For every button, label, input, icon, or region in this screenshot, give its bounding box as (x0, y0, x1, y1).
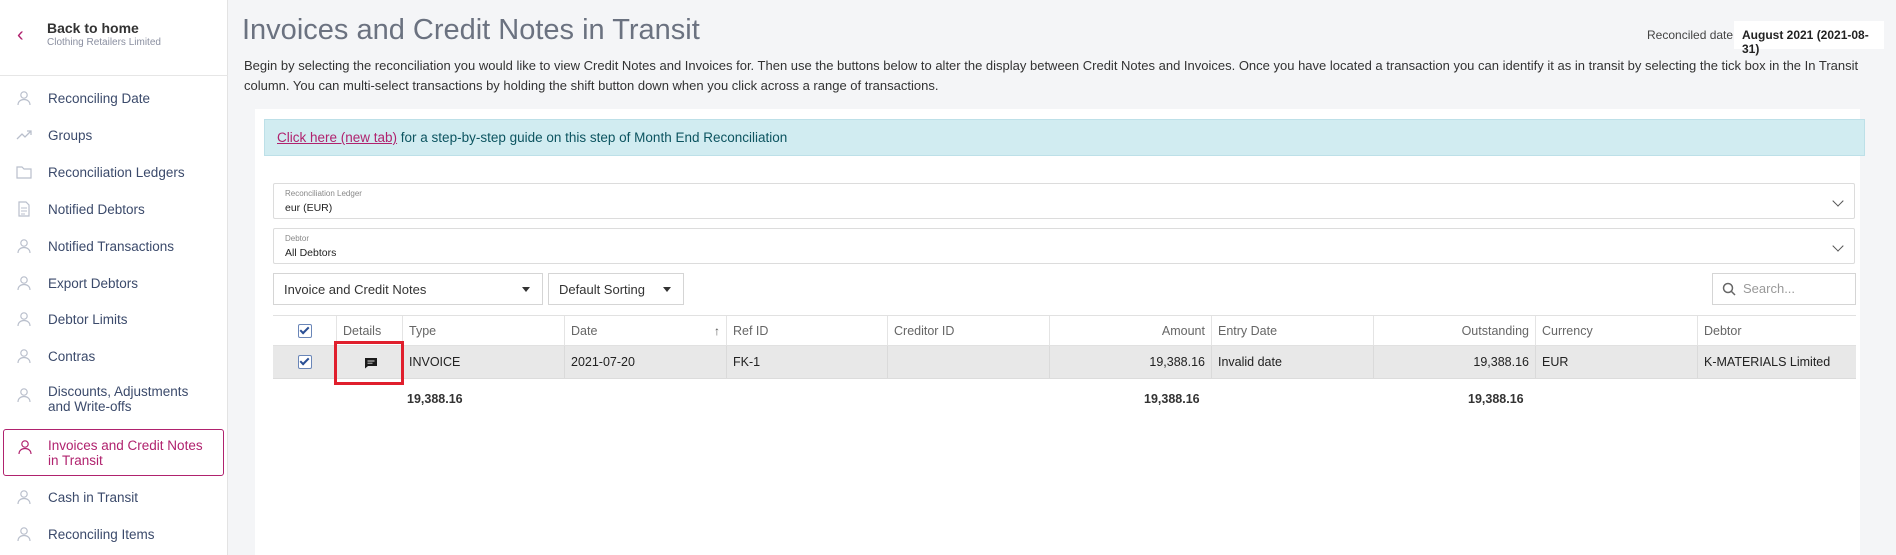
cell-date: 2021-07-20 (564, 346, 726, 378)
debtor-select[interactable]: Debtor All Debtors (273, 228, 1855, 264)
page-title: Invoices and Credit Notes in Transit (242, 14, 700, 46)
sidebar-item-label: Groups (48, 128, 93, 143)
user-icon (17, 91, 31, 106)
chevron-down-icon (1832, 195, 1844, 207)
reconciled-date-label: Reconciled date (1647, 28, 1734, 42)
type-filter-dropdown[interactable]: Invoice and Credit Notes (273, 273, 543, 305)
company-name: Clothing Retailers Limited (47, 37, 161, 48)
sort-ascending-icon: ↑ (714, 324, 720, 338)
sidebar-item-reconciling-items[interactable]: Reconciling Items (0, 519, 228, 549)
sidebar-item-label: Discounts, Adjustments and Write-offs (48, 384, 189, 414)
column-header-outstanding[interactable]: Outstanding (1373, 316, 1535, 345)
user-icon (17, 527, 31, 542)
guide-link[interactable]: Click here (new tab) (277, 130, 397, 145)
column-header-ref-id[interactable]: Ref ID (726, 316, 887, 345)
sidebar-item-notified-debtors[interactable]: Notified Debtors (0, 194, 228, 224)
sidebar-item-invoices-credit-notes-in-transit[interactable]: Invoices and Credit Notes in Transit (3, 429, 224, 476)
user-icon (17, 276, 31, 291)
user-icon (17, 239, 31, 254)
reconciled-date-value: August 2021 (2021-08-31) (1734, 21, 1884, 56)
cell-outstanding: 19,388.16 (1373, 346, 1535, 378)
user-icon (18, 440, 32, 455)
user-icon (17, 388, 31, 403)
chevron-left-icon: ‹ (17, 24, 24, 46)
sidebar-item-label: Invoices and Credit Notes in Transit (48, 438, 203, 468)
total-amount: 19,388.16 (1144, 392, 1200, 406)
cell-type: INVOICE (402, 346, 564, 378)
caret-down-icon (522, 287, 530, 292)
sidebar-item-contras[interactable]: Contras (0, 341, 228, 371)
sidebar-item-export-debtors[interactable]: Export Debtors (0, 268, 228, 298)
field-label: Debtor (285, 234, 310, 243)
sidebar-item-label: Notified Transactions (48, 239, 175, 254)
sidebar-item-reconciliation-ledgers[interactable]: Reconciliation Ledgers (0, 157, 228, 187)
back-to-home-label: Back to home (47, 20, 139, 36)
user-icon (17, 349, 31, 364)
table-row[interactable]: INVOICE 2021-07-20 FK-1 19,388.16 Invali… (273, 346, 1856, 379)
field-value: All Debtors (285, 247, 337, 259)
info-alert: Click here (new tab) for a step-by-step … (264, 119, 1865, 156)
sidebar-item-label: Reconciling Items (48, 527, 155, 542)
row-checkbox[interactable] (298, 355, 312, 369)
field-label: Reconciliation Ledger (285, 189, 362, 198)
sidebar-item-notified-transactions[interactable]: Notified Transactions (0, 231, 228, 261)
sidebar-item-label: Contras (48, 349, 96, 364)
field-value: eur (EUR) (285, 202, 333, 214)
search-box[interactable] (1712, 273, 1856, 305)
sidebar-item-label: Debtor Limits (48, 312, 128, 327)
column-header-debtor[interactable]: Debtor (1697, 316, 1856, 345)
column-header-type[interactable]: Type (402, 316, 564, 345)
sorting-dropdown[interactable]: Default Sorting (548, 273, 684, 305)
sidebar-item-debtor-limits[interactable]: Debtor Limits (0, 304, 228, 334)
document-icon (18, 201, 30, 217)
cell-amount: 19,388.16 (1049, 346, 1211, 378)
sidebar-item-label: Reconciling Date (48, 91, 151, 106)
reconciliation-ledger-select[interactable]: Reconciliation Ledger eur (EUR) (273, 183, 1855, 219)
cell-entry-date: Invalid date (1211, 346, 1373, 378)
folder-icon (16, 166, 32, 179)
column-header-amount[interactable]: Amount (1049, 316, 1211, 345)
sidebar-item-label: Notified Debtors (48, 202, 145, 217)
sidebar-item-label: Cash in Transit (48, 490, 139, 505)
total-type: 19,388.16 (407, 392, 463, 406)
chevron-down-icon (1832, 240, 1844, 252)
user-icon (17, 312, 31, 327)
select-all-checkbox[interactable] (298, 324, 312, 338)
row-select-cell (273, 346, 336, 378)
sidebar-item-label: Export Debtors (48, 276, 139, 291)
column-header-date-label: Date (571, 324, 598, 338)
user-icon (17, 490, 31, 505)
sidebar: ‹ Back to home Clothing Retailers Limite… (0, 0, 228, 555)
sidebar-item-reconciling-date[interactable]: Reconciling Date (0, 83, 228, 113)
table-header: Details Type Date ↑ Ref ID Creditor ID A… (273, 315, 1856, 346)
sidebar-item-groups[interactable]: Groups (0, 120, 228, 150)
search-icon (1722, 282, 1736, 296)
cell-ref-id: FK-1 (726, 346, 887, 378)
cell-creditor-id (887, 346, 1049, 378)
caret-down-icon (663, 287, 671, 292)
total-outstanding: 19,388.16 (1468, 392, 1524, 406)
search-input[interactable] (1743, 281, 1848, 296)
column-header-currency[interactable]: Currency (1535, 316, 1697, 345)
column-header-creditor-id[interactable]: Creditor ID (887, 316, 1049, 345)
highlight-box (334, 341, 404, 385)
intro-text: Begin by selecting the reconciliation yo… (244, 58, 1859, 93)
sidebar-item-cash-in-transit[interactable]: Cash in Transit (0, 482, 228, 512)
select-all-cell (273, 316, 336, 345)
back-to-home-link[interactable]: ‹ Back to home Clothing Retailers Limite… (0, 0, 228, 76)
sidebar-item-label: Reconciliation Ledgers (48, 165, 185, 180)
column-header-date[interactable]: Date ↑ (564, 316, 726, 345)
sorting-value: Default Sorting (559, 282, 645, 297)
sidebar-item-discounts-adjustments[interactable]: Discounts, Adjustments and Write-offs (0, 380, 228, 420)
column-header-entry-date[interactable]: Entry Date (1211, 316, 1373, 345)
cell-currency: EUR (1535, 346, 1697, 378)
type-filter-value: Invoice and Credit Notes (284, 282, 427, 297)
info-text: for a step-by-step guide on this step of… (397, 130, 788, 145)
cell-debtor: K-MATERIALS Limited (1697, 346, 1856, 378)
trend-icon (16, 130, 32, 140)
